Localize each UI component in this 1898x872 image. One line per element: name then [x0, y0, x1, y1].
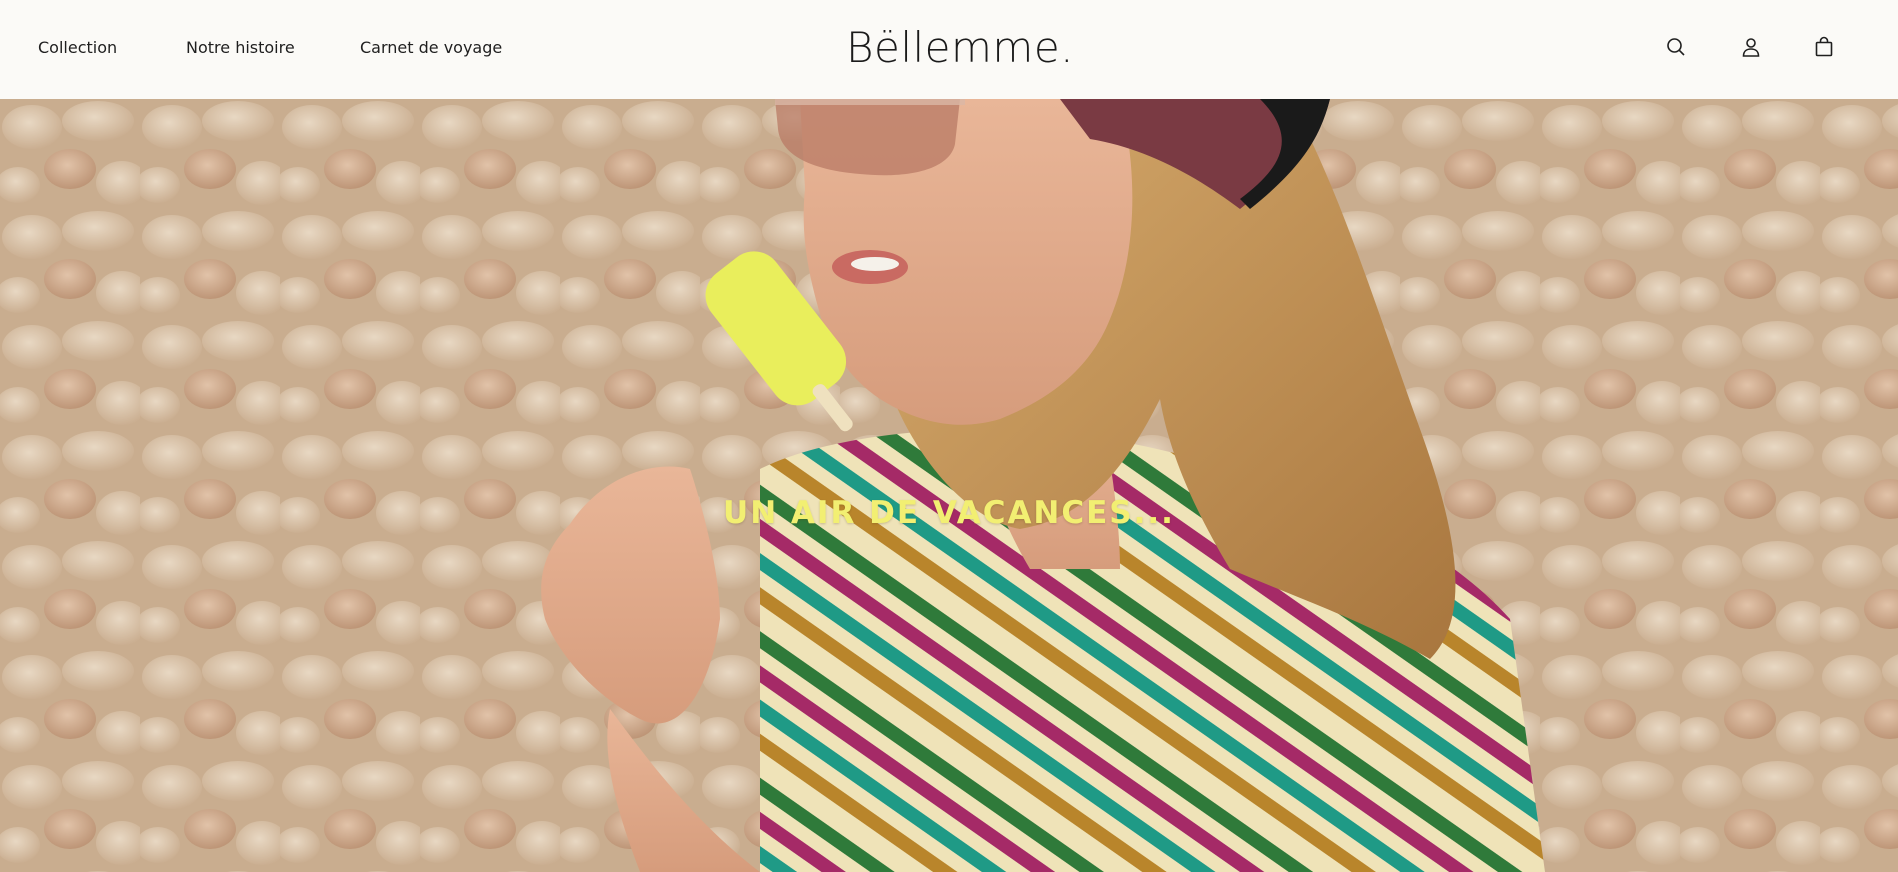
search-icon[interactable]: [1664, 35, 1688, 59]
hero-headline: UN AIR DE VACANCES...: [723, 495, 1175, 531]
nav-link-collection[interactable]: Collection: [38, 38, 117, 57]
hero-banner[interactable]: UN AIR DE VACANCES...: [0, 99, 1898, 872]
user-icon[interactable]: [1739, 35, 1763, 59]
shopping-bag-icon[interactable]: [1812, 35, 1836, 59]
nav-link-carnet-de-voyage[interactable]: Carnet de voyage: [360, 38, 502, 57]
site-header: Collection Notre histoire Carnet de voya…: [0, 0, 1898, 99]
brand-logo[interactable]: Bëllemme.: [846, 20, 1074, 76]
nav-link-notre-histoire[interactable]: Notre histoire: [186, 38, 295, 57]
hero-photo: [0, 99, 1898, 872]
